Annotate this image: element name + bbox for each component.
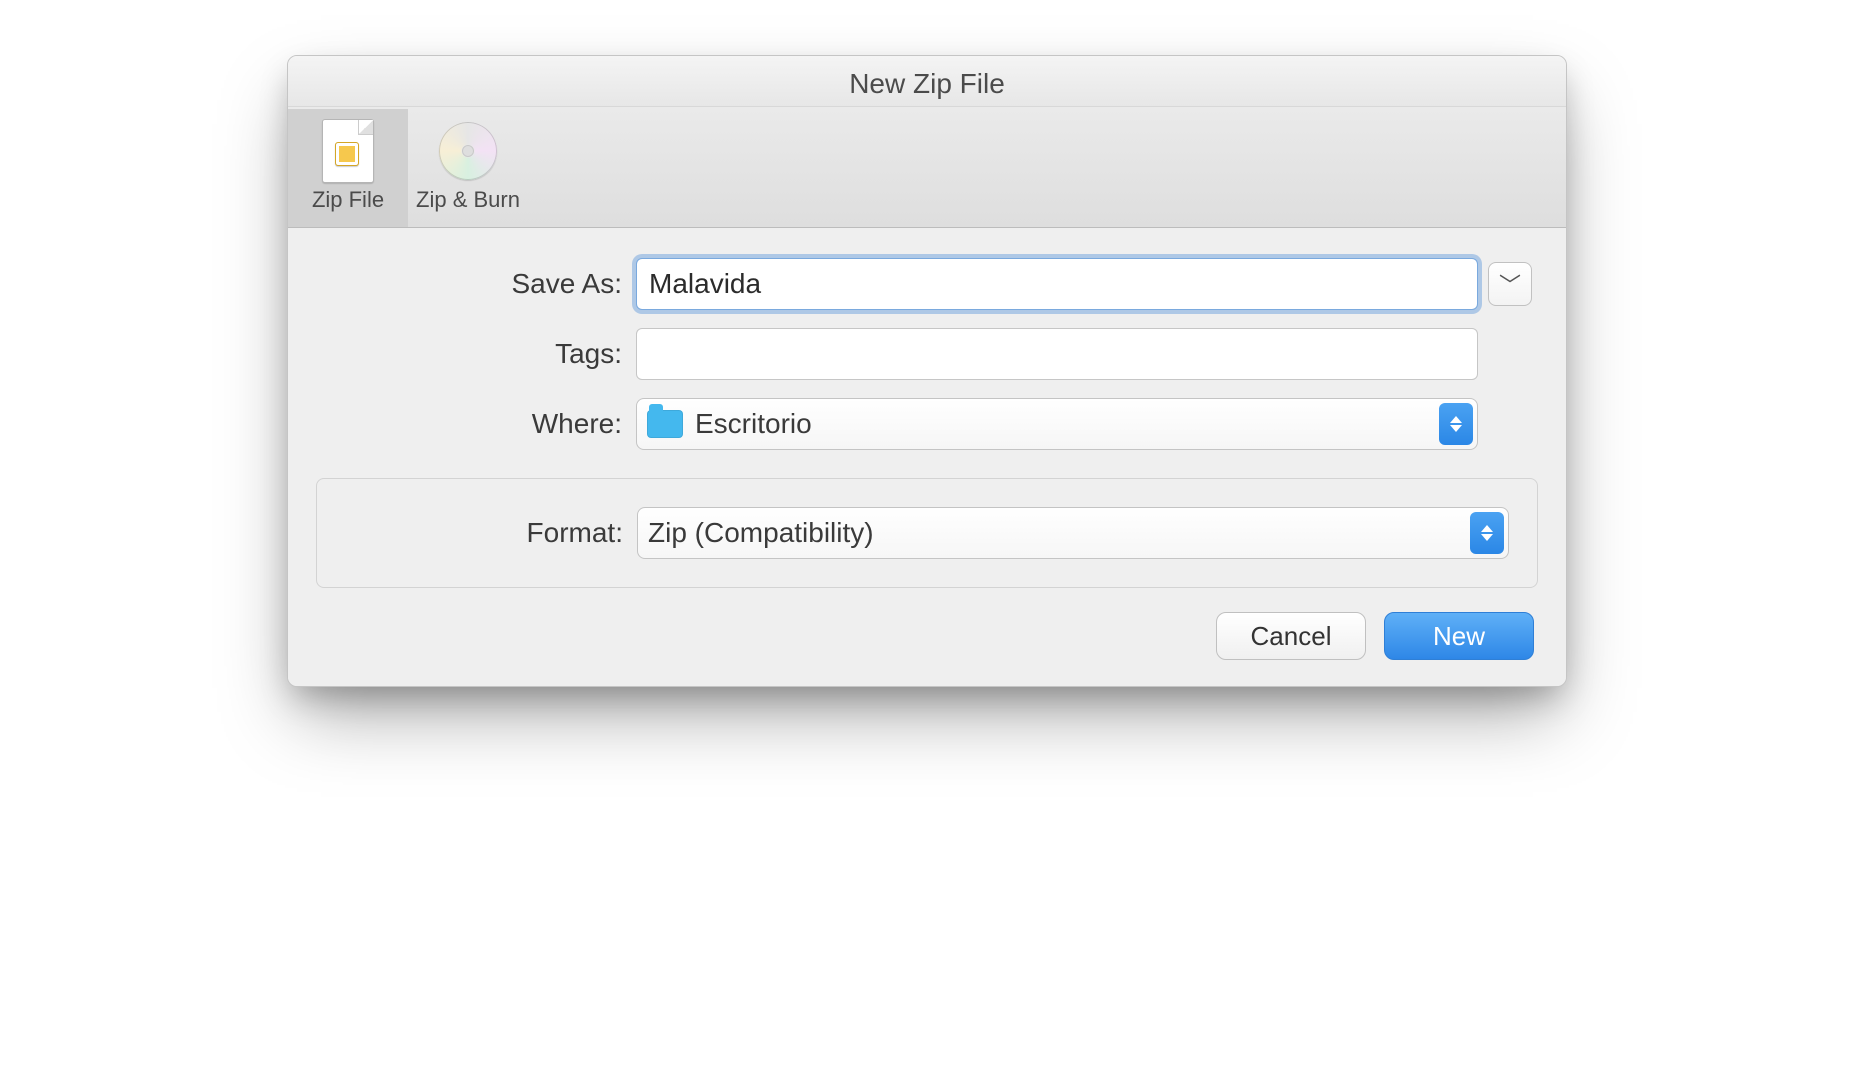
toolbar-item-label: Zip File: [292, 187, 404, 213]
where-value: Escritorio: [695, 408, 812, 440]
dialog-body: Save As: ﹀ Tags: Where: Escritorio: [288, 228, 1566, 686]
format-panel: Format: Zip (Compatibility): [316, 478, 1538, 588]
tags-label: Tags:: [316, 338, 636, 370]
where-select[interactable]: Escritorio: [636, 398, 1478, 450]
tags-input[interactable]: [636, 328, 1478, 380]
toolbar: Zip File Zip & Burn: [288, 107, 1566, 228]
format-select[interactable]: Zip (Compatibility): [637, 507, 1509, 559]
format-label: Format:: [345, 517, 637, 549]
toolbar-item-label: Zip & Burn: [412, 187, 524, 213]
select-stepper-icon: [1470, 512, 1504, 554]
chevron-down-icon: ﹀: [1499, 268, 1521, 300]
folder-icon: [647, 410, 683, 438]
disc-icon: [439, 122, 497, 180]
zipfile-icon: [322, 119, 374, 183]
toolbar-item-zip-and-burn[interactable]: Zip & Burn: [408, 109, 528, 227]
format-value: Zip (Compatibility): [648, 517, 874, 549]
cancel-button[interactable]: Cancel: [1216, 612, 1366, 660]
save-as-label: Save As:: [316, 268, 636, 300]
where-label: Where:: [316, 408, 636, 440]
toolbar-item-zip-file[interactable]: Zip File: [288, 109, 408, 227]
dialog-window: New Zip File Zip File Zip & Burn Save As…: [287, 55, 1567, 687]
save-as-input[interactable]: [636, 258, 1478, 310]
select-stepper-icon: [1439, 403, 1473, 445]
dialog-footer: Cancel New: [316, 612, 1538, 660]
new-button[interactable]: New: [1384, 612, 1534, 660]
expand-save-button[interactable]: ﹀: [1488, 262, 1532, 306]
dialog-title: New Zip File: [288, 56, 1566, 107]
